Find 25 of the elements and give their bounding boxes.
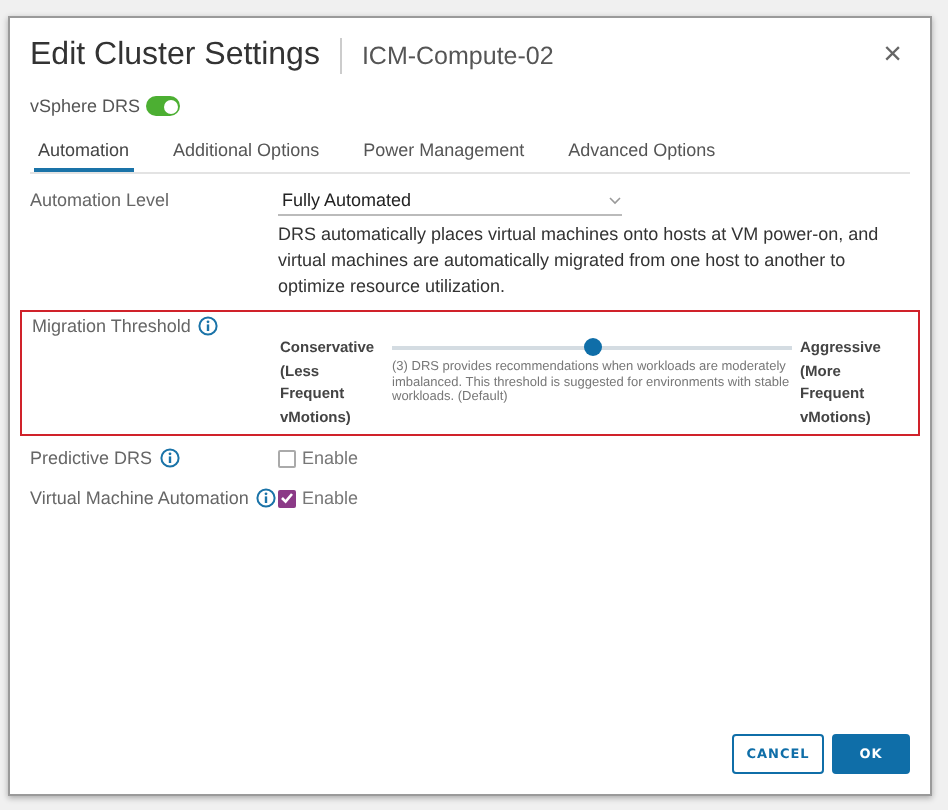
drs-toggle[interactable] xyxy=(146,96,181,116)
tab[interactable]: Power Management xyxy=(359,132,529,172)
drs-label: vSphere DRS xyxy=(30,96,141,116)
chevron-icon xyxy=(608,195,622,205)
info-icon[interactable] xyxy=(160,448,181,468)
description-text: DRS automatically places virtual machines onto hosts at VM power-on, and virtual machines are automatically migrated from one host to another to optimize resource utilization. xyxy=(278,222,881,300)
field-label: Virtual Machine Automation xyxy=(30,488,249,508)
tab[interactable]: Automation xyxy=(34,132,134,172)
cluster-name: ICM-Compute-02 xyxy=(361,42,556,70)
checkbox-label: Enable xyxy=(302,488,359,508)
field-label: Predictive DRS xyxy=(30,448,153,468)
tab[interactable]: Additional Options xyxy=(169,132,324,172)
info-icon[interactable] xyxy=(198,316,219,336)
checkbox[interactable] xyxy=(278,489,296,507)
dialog-title: Edit Cluster Settings xyxy=(30,38,320,74)
tab[interactable]: Advanced Options xyxy=(564,132,720,172)
automation-level-select[interactable]: Fully Automated xyxy=(278,190,622,216)
threshold-slider[interactable] xyxy=(392,338,792,356)
info-icon[interactable] xyxy=(256,488,277,508)
field-label: Automation Level xyxy=(30,190,172,210)
checkbox-label: Enable xyxy=(302,448,359,468)
close-button[interactable]: × xyxy=(875,38,910,74)
checkbox[interactable] xyxy=(278,449,296,467)
slider-thumb[interactable] xyxy=(583,338,601,356)
field-label: Migration Threshold xyxy=(32,316,191,336)
